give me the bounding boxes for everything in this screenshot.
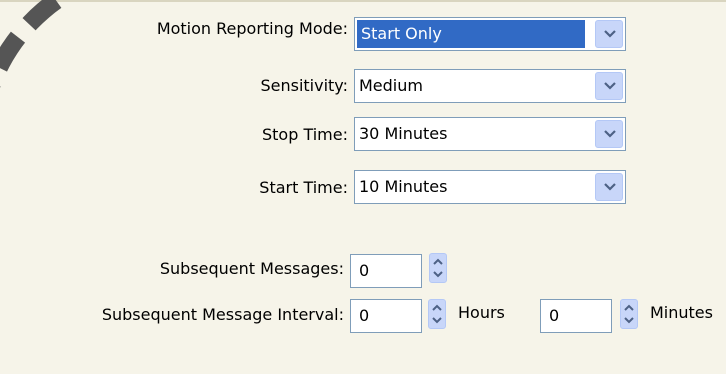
interval-minutes-input[interactable]: 0 bbox=[540, 299, 612, 333]
interval-hours-input[interactable]: 0 bbox=[350, 299, 422, 333]
start-time-select[interactable]: 10 Minutes bbox=[354, 170, 626, 204]
chevron-down-icon[interactable] bbox=[595, 173, 623, 201]
stop-time-select[interactable]: 30 Minutes bbox=[354, 117, 626, 151]
start-time-label: Start Time: bbox=[259, 178, 348, 197]
spinner-arrows-icon[interactable] bbox=[428, 299, 446, 329]
interval-label: Subsequent Message Interval: bbox=[101, 305, 344, 324]
stop-time-value: 30 Minutes bbox=[359, 124, 448, 143]
chevron-down-icon[interactable] bbox=[595, 20, 623, 48]
sensitivity-value: Medium bbox=[359, 76, 423, 95]
sensitivity-select[interactable]: Medium bbox=[354, 69, 626, 103]
stop-time-label: Stop Time: bbox=[261, 125, 348, 144]
motion-mode-label: Motion Reporting Mode: bbox=[156, 19, 348, 38]
settings-panel: Motion Reporting Mode: Start Only Sensit… bbox=[0, 0, 726, 374]
subsequent-messages-label: Subsequent Messages: bbox=[159, 259, 344, 278]
hours-unit-label: Hours bbox=[458, 303, 505, 322]
minutes-unit-label: Minutes bbox=[650, 303, 713, 322]
sensitivity-label: Sensitivity: bbox=[260, 76, 348, 95]
spinner-arrows-icon[interactable] bbox=[620, 299, 638, 329]
subsequent-messages-input[interactable]: 0 bbox=[350, 254, 422, 288]
chevron-down-icon[interactable] bbox=[595, 72, 623, 100]
motion-mode-value: Start Only bbox=[357, 20, 585, 48]
chevron-down-icon[interactable] bbox=[595, 120, 623, 148]
spinner-arrows-icon[interactable] bbox=[429, 253, 447, 283]
motion-mode-select[interactable]: Start Only bbox=[354, 17, 626, 51]
start-time-value: 10 Minutes bbox=[359, 177, 448, 196]
